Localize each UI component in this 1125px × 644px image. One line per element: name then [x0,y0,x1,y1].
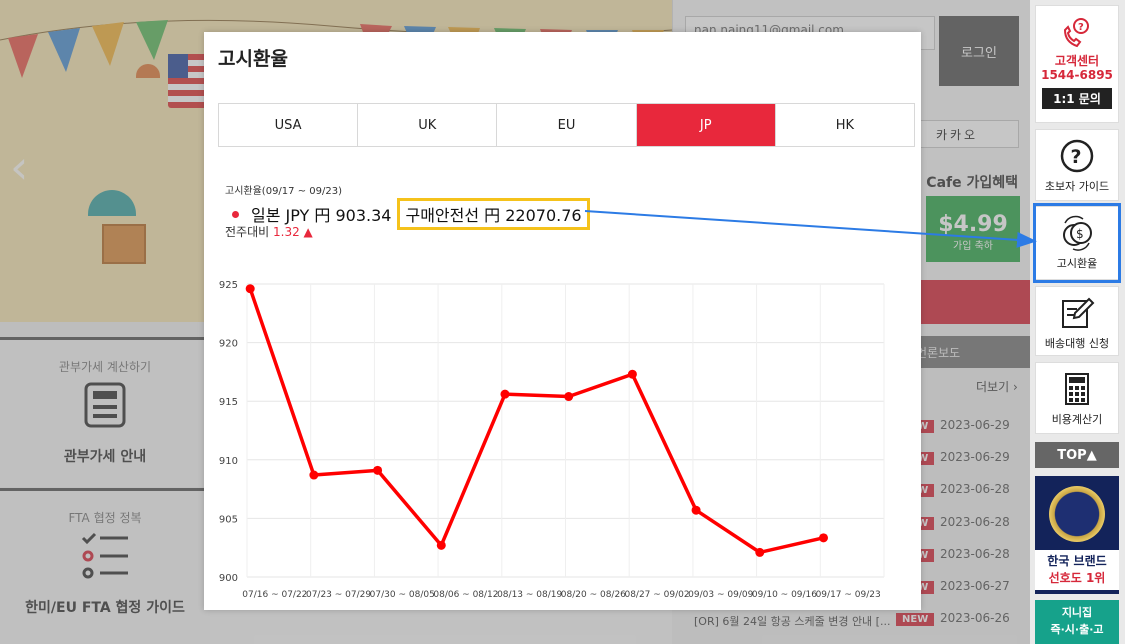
y-tick-label: 910 [219,456,238,467]
instant-ship-banner[interactable]: 지니집 즉·시·출·고 [1035,600,1119,644]
instant-ship-line2: 즉·시·출·고 [1050,623,1104,636]
award-line2: 선호도 1위 [1035,569,1119,590]
exchange-rate-label: 고시환율 [1056,257,1098,270]
change-up-arrow-icon: ▲ [303,225,313,239]
y-tick-label: 900 [219,573,238,584]
change-label: 전주대비 [225,225,270,239]
beginner-guide-label: 초보자 가이드 [1044,180,1110,193]
customer-center-title: 고객센터 [1054,54,1100,68]
exchange-rate-modal: 고시환율 USA UK EU JP HK 고시환율(09/17 ~ 09/23)… [204,32,921,610]
data-point[interactable] [818,533,828,543]
data-point[interactable] [564,392,574,402]
x-tick-label: 08/06 ~ 08/12 [433,590,498,600]
quick-sidebar: ? 고객센터 1544-6895 1:1 문의 ? 초보자 가이드 $ 고시환율… [1030,0,1125,644]
x-tick-label: 09/10 ~ 09/16 [752,590,817,600]
data-point[interactable] [500,389,510,399]
rate-change: 전주대비 1.32 ▲ [225,223,313,240]
y-tick-label: 920 [219,339,238,350]
x-tick-label: 08/13 ~ 08/19 [497,590,562,600]
data-point[interactable] [627,369,637,379]
award-line1: 한국 브랜드 [1035,550,1119,569]
change-value: 1.32 [273,225,300,239]
svg-text:?: ? [1071,146,1082,168]
rate-period: 고시환율(09/17 ~ 09/23) [225,186,342,197]
cost-calculator-button[interactable]: 비용계산기 [1035,362,1119,434]
phone-question-icon: ? [1063,18,1089,48]
x-tick-label: 07/16 ~ 07/22 [242,590,307,600]
cost-calculator-label: 비용계산기 [1051,413,1103,426]
x-tick-label: 09/03 ~ 09/09 [688,590,753,600]
brand-award-banner[interactable]: 한국 브랜드 선호도 1위 [1035,476,1119,594]
data-point[interactable] [309,470,319,480]
data-point[interactable] [755,547,765,557]
tab-hk[interactable]: HK [775,104,915,146]
bullet-dot-icon [232,210,239,218]
shipping-request-button[interactable]: 배송대행 신청 [1035,286,1119,356]
data-point[interactable] [436,540,446,550]
tab-jp[interactable]: JP [636,104,776,146]
exchange-coins-icon: $ [1063,215,1092,251]
instant-ship-line1: 지니집 [1061,606,1093,619]
exchange-rate-chart: 900 905 910 915 920 925 07/16 ~ 07/2207/23 ~ 0… [219,280,885,600]
svg-text:$: $ [1076,227,1084,241]
x-tick-label: 09/17 ~ 09/23 [816,590,881,600]
currency-tabs: USA UK EU JP HK [218,103,915,147]
y-tick-label: 915 [219,397,238,408]
data-point[interactable] [691,505,701,515]
data-point[interactable] [373,465,383,475]
shipping-request-label: 배송대행 신청 [1044,337,1110,350]
tab-eu[interactable]: EU [497,104,637,146]
modal-title: 고시환율 [218,48,288,70]
inquiry-button[interactable]: 1:1 문의 [1042,88,1112,109]
beginner-guide-button[interactable]: ? 초보자 가이드 [1035,129,1119,201]
x-tick-label: 07/30 ~ 08/05 [370,590,435,600]
x-tick-label: 08/27 ~ 09/02 [624,590,689,600]
buy-safety-line: 구매안전선 円 22070.76 [397,198,590,230]
customer-center-phone: 1544-6895 [1041,68,1113,82]
x-tick-label: 07/23 ~ 07/29 [306,590,371,600]
series-line [248,288,824,555]
award-medal-icon [1049,486,1105,542]
y-tick-label: 905 [219,514,238,525]
svg-text:?: ? [1078,22,1084,33]
scroll-top-button[interactable]: TOP▲ [1035,442,1119,468]
customer-center-box[interactable]: ? 고객센터 1544-6895 1:1 문의 [1035,5,1119,123]
pencil-note-icon [1062,297,1095,328]
data-point[interactable] [245,284,255,294]
x-tick-label: 08/20 ~ 08/26 [561,590,626,600]
question-icon: ? [1060,139,1094,173]
calculator-icon [1065,373,1089,405]
exchange-rate-button[interactable]: $ 고시환율 [1035,206,1119,280]
y-tick-label: 925 [219,280,238,291]
tab-uk[interactable]: UK [358,104,498,146]
tab-usa[interactable]: USA [219,104,359,146]
